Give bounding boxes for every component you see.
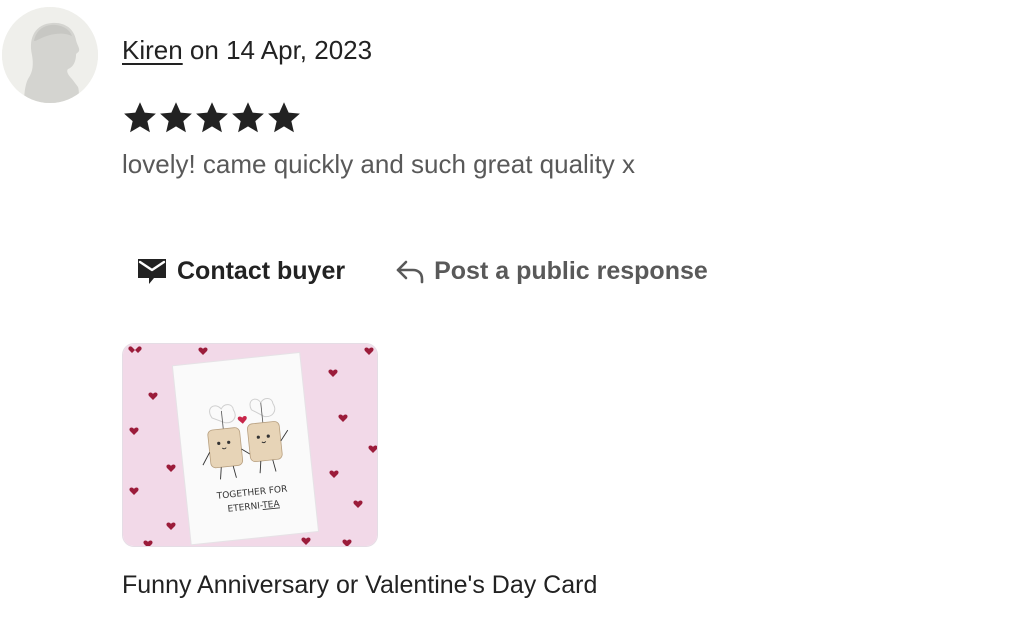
star-icon [196, 102, 228, 133]
post-public-response-label: Post a public response [434, 256, 708, 285]
review-actions: Contact buyer Post a public response [122, 248, 722, 294]
product-thumbnail[interactable]: TOGETHER FOR ETERNI-TEA [122, 343, 378, 547]
star-icon [232, 102, 264, 133]
greeting-card: TOGETHER FOR ETERNI-TEA [171, 351, 320, 546]
product-title-link[interactable]: Funny Anniversary or Valentine's Day Car… [122, 568, 597, 602]
contact-buyer-label: Contact buyer [177, 256, 346, 285]
review-text: lovely! came quickly and such great qual… [122, 149, 636, 179]
user-silhouette-icon [2, 7, 98, 103]
contact-buyer-button[interactable]: Contact buyer [122, 248, 359, 294]
star-rating [122, 100, 302, 138]
star-icon [268, 102, 300, 133]
review-date: on 14 Apr, 2023 [182, 35, 373, 65]
star-icon [160, 102, 192, 133]
reviewer-avatar [2, 7, 98, 103]
reviewer-name-link[interactable]: Kiren [122, 35, 183, 65]
post-public-response-button[interactable]: Post a public response [381, 248, 722, 294]
reply-arrow-icon [395, 258, 425, 284]
star-icon [124, 102, 156, 133]
review-header: Kiren on 14 Apr, 2023 [122, 33, 372, 67]
envelope-icon [136, 256, 168, 286]
